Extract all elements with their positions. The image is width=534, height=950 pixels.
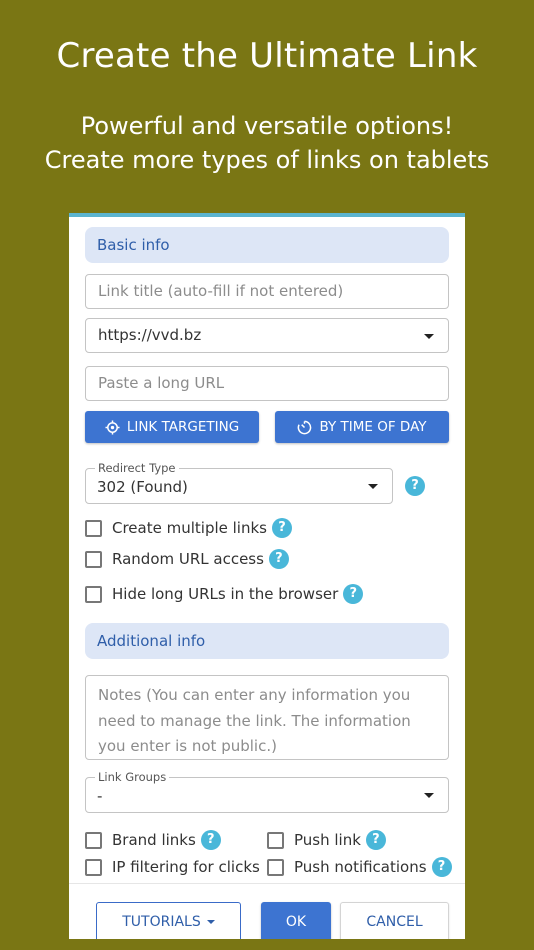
redirect-type-legend: Redirect Type [95, 461, 179, 475]
ip-filtering-option[interactable]: IP filtering for clicks [85, 856, 260, 878]
by-time-of-day-button[interactable]: BY TIME OF DAY [275, 411, 449, 443]
notes-textarea[interactable]: Notes (You can enter any information you… [85, 675, 449, 760]
tutorials-button[interactable]: TUTORIALS [96, 902, 241, 939]
link-targeting-button[interactable]: LINK TARGETING [85, 411, 259, 443]
brand-links-option[interactable]: Brand links ? [85, 829, 221, 851]
push-notifications-checkbox[interactable] [267, 858, 284, 876]
hide-long-urls-checkbox[interactable] [85, 585, 102, 603]
section-additional-info: Additional info [85, 623, 449, 659]
tutorials-label: TUTORIALS [122, 914, 201, 930]
create-multiple-links-label: Create multiple links [112, 519, 267, 537]
link-groups-legend: Link Groups [95, 770, 170, 784]
section-basic-info: Basic info [85, 227, 449, 263]
link-groups-select[interactable]: Link Groups - [85, 770, 449, 813]
push-notifications-option[interactable]: Push notifications ? [267, 856, 452, 878]
footer-divider [69, 883, 465, 884]
timer-icon [298, 420, 312, 434]
push-link-checkbox[interactable] [267, 831, 284, 849]
crosshair-icon [105, 419, 120, 435]
link-targeting-label: LINK TARGETING [126, 419, 240, 435]
brand-links-help-icon[interactable]: ? [200, 830, 221, 850]
chevron-down-icon [424, 793, 434, 798]
hide-long-urls-help-icon[interactable]: ? [343, 584, 364, 604]
ip-filtering-label: IP filtering for clicks [112, 858, 260, 876]
hide-long-urls-option[interactable]: Hide long URLs in the browser ? [85, 583, 364, 605]
brand-links-label: Brand links [112, 831, 196, 849]
promo-headline: Create the Ultimate Link [56, 36, 478, 76]
ip-filtering-checkbox[interactable] [85, 858, 102, 876]
random-url-access-checkbox[interactable] [85, 550, 102, 568]
push-link-label: Push link [294, 831, 361, 849]
create-multiple-links-help-icon[interactable]: ? [271, 518, 292, 538]
push-notifications-help-icon[interactable]: ? [431, 857, 452, 877]
create-multiple-links-option[interactable]: Create multiple links ? [85, 517, 292, 539]
create-multiple-links-checkbox[interactable] [85, 519, 102, 537]
domain-select-value: https://vvd.bz [98, 326, 202, 344]
create-link-dialog: Basic info Link title (auto-fill if not … [69, 213, 465, 939]
push-notifications-label: Push notifications [294, 858, 427, 876]
random-url-access-help-icon[interactable]: ? [268, 549, 289, 569]
brand-links-checkbox[interactable] [85, 831, 102, 849]
chevron-down-icon [368, 484, 378, 489]
redirect-type-select[interactable]: Redirect Type 302 (Found) [85, 461, 393, 504]
promo-subline-1: Powerful and versatile options! [80, 112, 454, 140]
chevron-down-icon [424, 334, 434, 339]
random-url-access-label: Random URL access [112, 550, 264, 568]
cancel-button[interactable]: CANCEL [340, 902, 449, 939]
caret-down-icon [206, 920, 215, 924]
link-title-input[interactable]: Link title (auto-fill if not entered) [85, 274, 449, 309]
ok-button[interactable]: OK [261, 902, 331, 939]
redirect-type-value: 302 (Found) [97, 478, 188, 496]
push-link-help-icon[interactable]: ? [365, 830, 386, 850]
domain-select[interactable]: https://vvd.bz [85, 318, 449, 353]
link-groups-value: - [97, 787, 103, 805]
random-url-access-option[interactable]: Random URL access ? [85, 548, 289, 570]
redirect-type-help-icon[interactable]: ? [405, 476, 425, 496]
by-time-of-day-label: BY TIME OF DAY [319, 419, 427, 435]
hide-long-urls-label: Hide long URLs in the browser [112, 585, 339, 603]
promo-subline-2: Create more types of links on tablets [44, 146, 490, 174]
long-url-input[interactable]: Paste a long URL [85, 366, 449, 401]
push-link-option[interactable]: Push link ? [267, 829, 386, 851]
